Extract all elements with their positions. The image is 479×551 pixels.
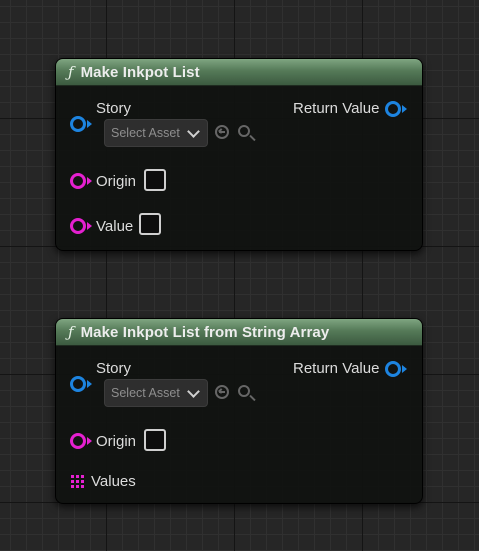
pin-arrow-icon: [87, 120, 92, 128]
origin-label: Origin: [96, 173, 137, 190]
node-header[interactable]: ƒ Make Inkpot List: [56, 59, 422, 86]
value-checkbox[interactable]: [139, 213, 161, 235]
node-header[interactable]: ƒ Make Inkpot List from String Array: [56, 319, 422, 346]
function-icon: ƒ: [68, 63, 74, 81]
chevron-down-icon: [187, 125, 200, 138]
use-selected-asset-icon[interactable]: [215, 385, 229, 399]
return-value-label: Return Value: [293, 360, 380, 377]
pin-arrow-icon: [402, 105, 407, 113]
select-asset-dropdown[interactable]: Select Asset: [104, 379, 208, 407]
pin-arrow-icon: [402, 365, 407, 373]
node-title: Make Inkpot List from String Array: [80, 323, 330, 341]
string-pin-icon[interactable]: [70, 173, 86, 189]
pin-arrow-icon: [87, 177, 92, 185]
pin-arrow-icon: [87, 437, 92, 445]
origin-checkbox[interactable]: [144, 169, 166, 191]
node-make-inkpot-list[interactable]: ƒ Make Inkpot List Story Select Asset Re…: [55, 58, 423, 251]
node-title: Make Inkpot List: [80, 63, 200, 81]
function-icon: ƒ: [68, 323, 74, 341]
browse-asset-icon[interactable]: [238, 385, 250, 397]
origin-checkbox[interactable]: [144, 429, 166, 451]
browse-asset-icon[interactable]: [238, 125, 250, 137]
object-pin-icon[interactable]: [70, 116, 86, 132]
values-label: Values: [91, 473, 136, 490]
story-label: Story: [96, 360, 132, 377]
select-asset-text: Select Asset: [111, 126, 180, 140]
node-make-inkpot-list-from-string-array[interactable]: ƒ Make Inkpot List from String Array Sto…: [55, 318, 423, 504]
object-pin-icon[interactable]: [70, 376, 86, 392]
value-label: Value: [96, 218, 134, 235]
pin-arrow-icon: [87, 380, 92, 388]
object-pin-icon[interactable]: [385, 101, 401, 117]
return-value-label: Return Value: [293, 100, 380, 117]
chevron-down-icon: [187, 385, 200, 398]
origin-label: Origin: [96, 433, 137, 450]
pin-arrow-icon: [87, 222, 92, 230]
select-asset-text: Select Asset: [111, 386, 180, 400]
use-selected-asset-icon[interactable]: [215, 125, 229, 139]
string-pin-icon[interactable]: [70, 218, 86, 234]
object-pin-icon[interactable]: [385, 361, 401, 377]
string-pin-icon[interactable]: [70, 433, 86, 449]
array-pin-icon[interactable]: [71, 475, 85, 489]
select-asset-dropdown[interactable]: Select Asset: [104, 119, 208, 147]
story-label: Story: [96, 100, 132, 117]
